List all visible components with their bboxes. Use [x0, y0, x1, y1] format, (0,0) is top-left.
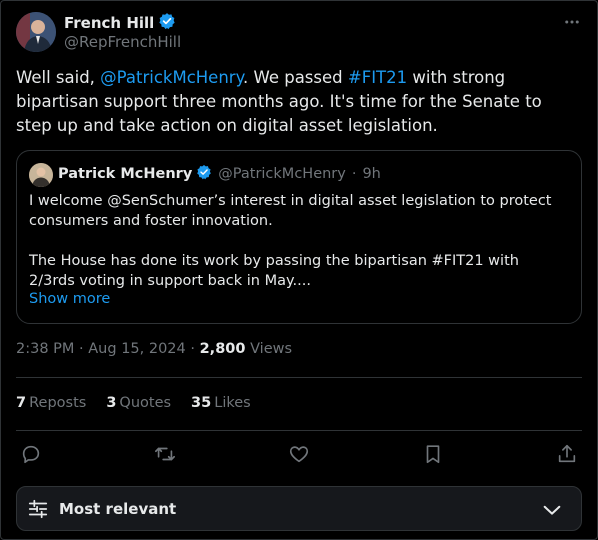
divider: [16, 377, 582, 378]
verified-badge-icon: [196, 164, 212, 184]
engagement-stats: 7 Reposts 3 Quotes 35 Likes: [16, 395, 251, 411]
views-label: Views: [250, 341, 293, 357]
quoted-time[interactable]: 9h: [362, 166, 380, 182]
tweet-time[interactable]: 2:38 PM: [16, 341, 74, 357]
likes-stat[interactable]: 35 Likes: [191, 395, 251, 411]
reposts-label: Reposts: [29, 395, 87, 411]
share-icon[interactable]: [556, 443, 578, 465]
show-more-link[interactable]: Show more: [29, 291, 110, 307]
quoted-avatar[interactable]: [29, 163, 53, 187]
author-handle[interactable]: @RepFrenchHill: [64, 33, 181, 51]
meta-separator: ·: [185, 341, 200, 357]
bookmark-icon[interactable]: [422, 443, 444, 465]
quotes-count: 3: [106, 395, 117, 411]
quoted-handle[interactable]: @PatrickMcHenry: [218, 166, 346, 182]
quoted-header: Patrick McHenry @PatrickMcHenry · 9h: [58, 164, 381, 184]
divider: [16, 430, 582, 431]
meta-separator: ·: [74, 341, 89, 357]
filter-sliders-icon: [27, 498, 49, 520]
tweet-date[interactable]: Aug 15, 2024: [88, 341, 186, 357]
reposts-count: 7: [16, 395, 27, 411]
quotes-label: Quotes: [119, 395, 172, 411]
mention-link[interactable]: @PatrickMcHenry: [100, 68, 243, 87]
reply-icon[interactable]: [20, 443, 42, 465]
sort-replies-dropdown[interactable]: Most relevant: [16, 486, 582, 531]
quotes-stat[interactable]: 3 Quotes: [106, 395, 171, 411]
quoted-separator: ·: [351, 166, 357, 182]
reposts-stat[interactable]: 7 Reposts: [16, 395, 86, 411]
likes-label: Likes: [214, 395, 251, 411]
sort-label: Most relevant: [59, 500, 177, 518]
quoted-paragraph: I welcome @SenSchumer’s interest in digi…: [29, 193, 552, 229]
quoted-name[interactable]: Patrick McHenry: [58, 166, 192, 182]
more-icon[interactable]: [562, 12, 582, 32]
tweet-text: Well said, @PatrickMcHenry. We passed #F…: [16, 66, 582, 138]
tweet-text-part: Well said,: [16, 68, 101, 87]
likes-count: 35: [191, 395, 212, 411]
author-name-row[interactable]: French Hill: [64, 12, 176, 34]
tweet-meta: 2:38 PM · Aug 15, 2024 · 2,800 Views: [16, 341, 292, 357]
chevron-down-icon: [541, 499, 563, 521]
tweet-text-part: . We passed: [242, 68, 348, 87]
quoted-body: I welcome @SenSchumer’s interest in digi…: [29, 191, 569, 291]
views-count: 2,800: [199, 341, 246, 357]
avatar[interactable]: [16, 12, 56, 52]
quoted-tweet[interactable]: Patrick McHenry @PatrickMcHenry · 9h I w…: [16, 150, 582, 324]
quoted-paragraph: The House has done its work by passing t…: [29, 253, 519, 289]
hashtag-link[interactable]: #FIT21: [348, 68, 407, 87]
like-icon[interactable]: [288, 443, 310, 465]
repost-icon[interactable]: [154, 443, 176, 465]
verified-badge-icon: [158, 12, 176, 34]
author-name[interactable]: French Hill: [64, 14, 154, 32]
